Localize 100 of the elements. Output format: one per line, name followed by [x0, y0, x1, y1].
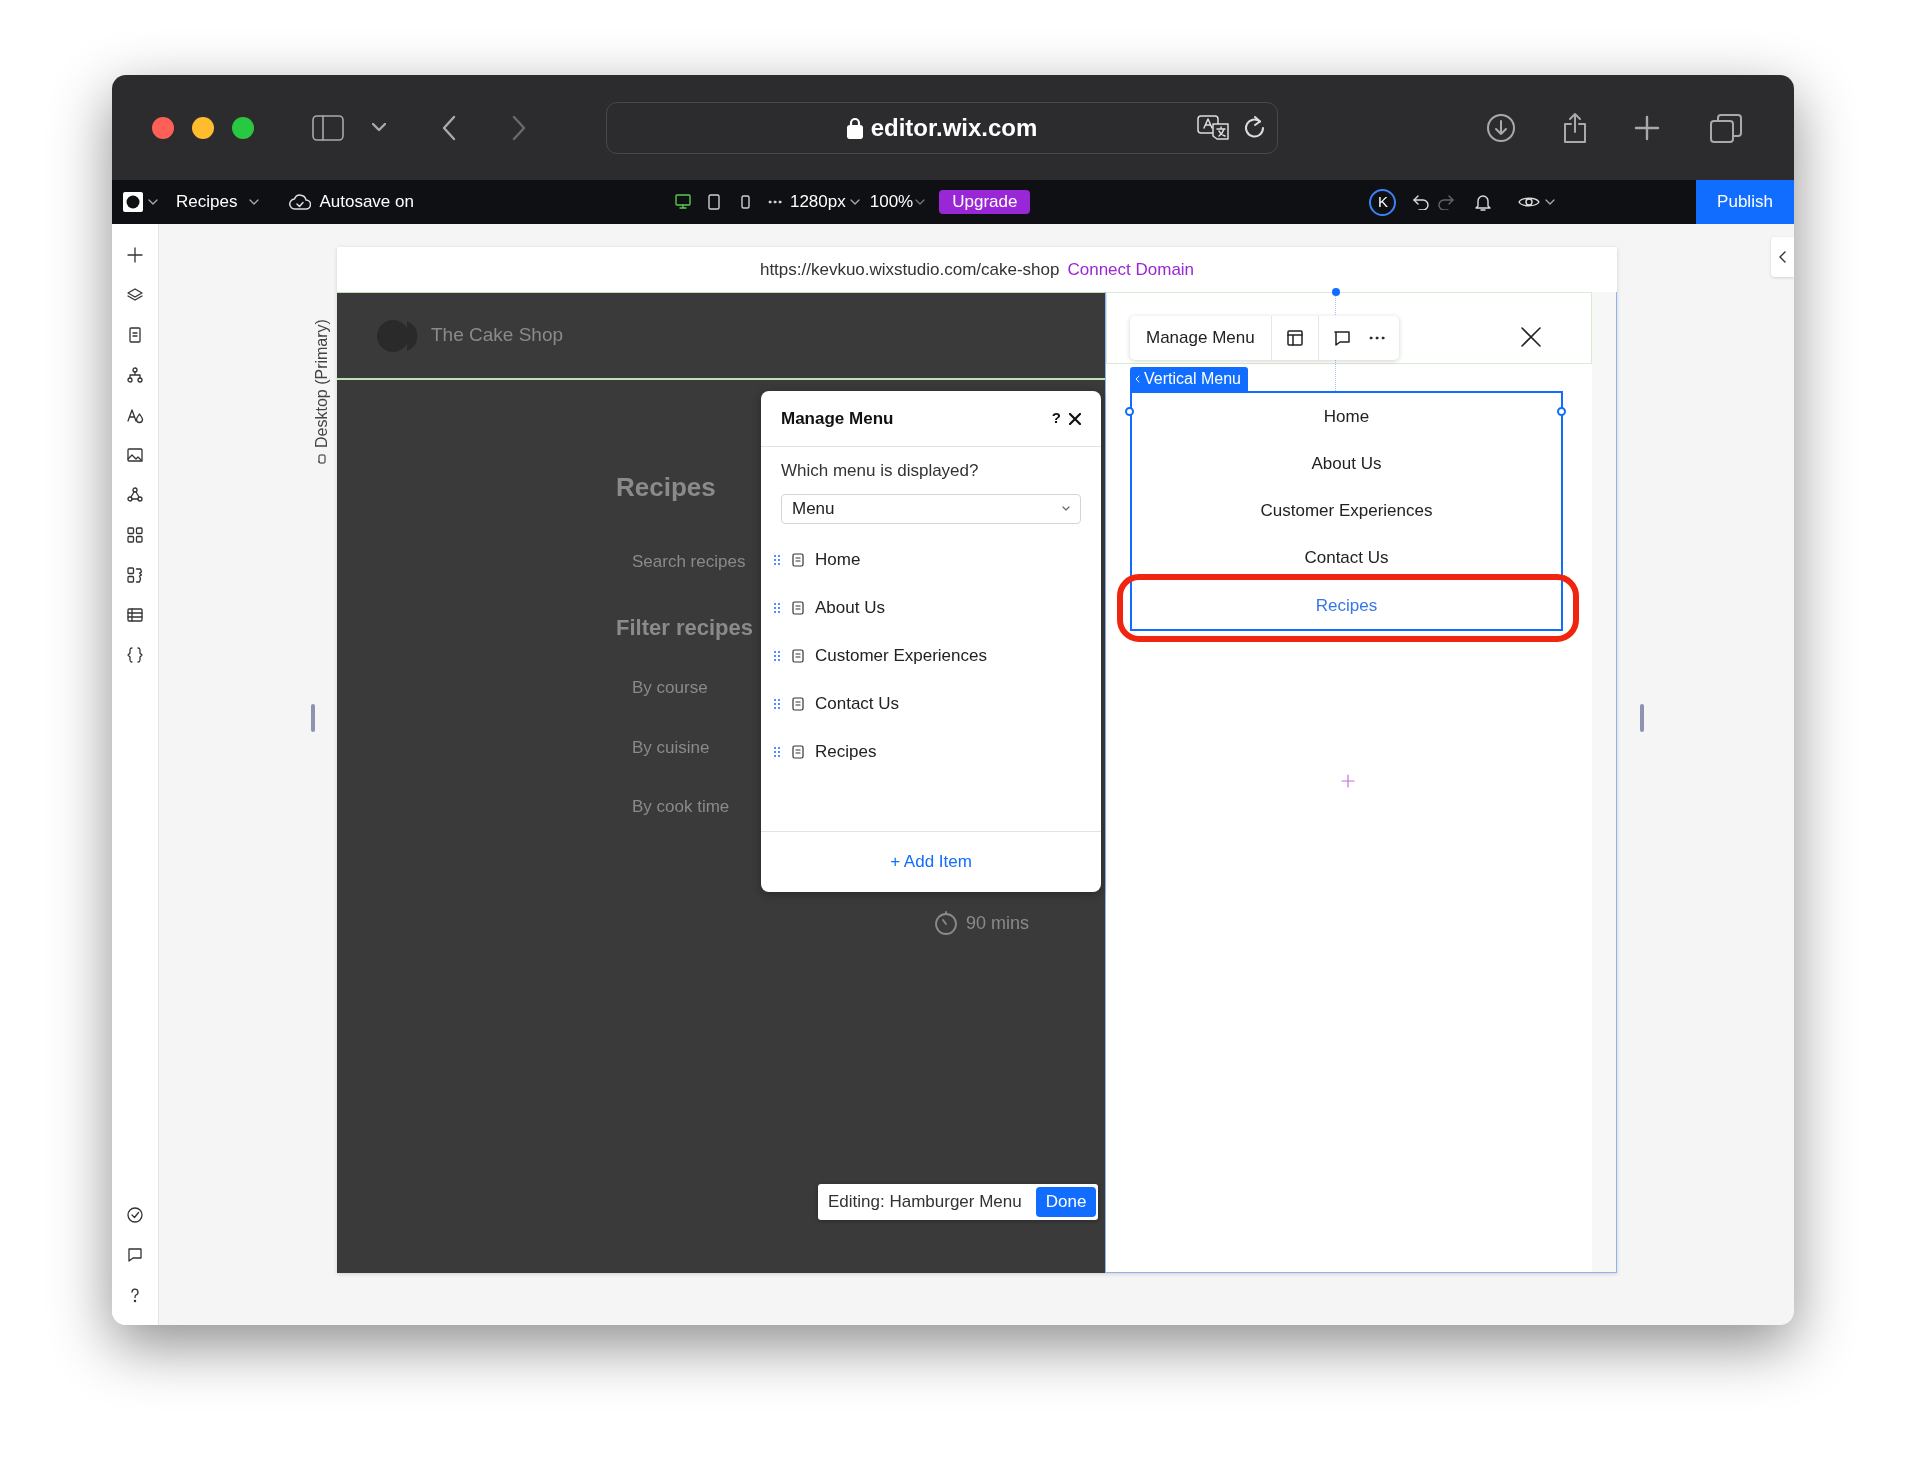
tabs-overview-icon[interactable] — [1710, 112, 1742, 143]
manage-menu-button[interactable]: Manage Menu — [1130, 316, 1271, 360]
connected-nodes-icon[interactable] — [126, 486, 144, 504]
minimize-window-button[interactable] — [192, 116, 214, 139]
menu-dropdown[interactable]: Menu — [781, 493, 1081, 524]
bell-icon[interactable] — [1474, 193, 1493, 211]
maximize-window-button[interactable] — [232, 116, 254, 139]
share-icon[interactable] — [1562, 111, 1588, 144]
autosave-status: Autosave on — [319, 191, 414, 214]
translate-icon[interactable] — [1197, 114, 1231, 141]
add-item-button[interactable]: + Add Item — [884, 848, 978, 876]
resize-handle[interactable] — [1640, 704, 1644, 732]
menu-item[interactable]: Recipes — [1132, 581, 1561, 629]
close-button[interactable] — [1521, 327, 1541, 347]
sidebar-icon[interactable] — [312, 114, 344, 141]
drag-handle-icon — [774, 554, 780, 565]
desktop-view-button[interactable] — [674, 194, 691, 210]
chevron-down-icon — [148, 199, 158, 205]
redo-icon[interactable] — [1438, 194, 1455, 210]
code-braces-icon[interactable] — [126, 646, 144, 664]
drag-handle[interactable] — [1332, 288, 1340, 296]
download-icon[interactable] — [1486, 112, 1516, 143]
menu-item[interactable]: Customer Experiences — [1132, 487, 1561, 535]
page-menu-button[interactable]: Recipes — [176, 189, 260, 215]
close-icon — [1521, 327, 1541, 347]
more-icon — [1368, 336, 1385, 340]
eye-icon[interactable] — [1518, 195, 1541, 209]
drag-handle-icon — [774, 602, 780, 613]
cloud-check-icon — [289, 194, 312, 210]
site-url: https://kevkuo.wixstudio.com/cake-shop — [759, 258, 1060, 281]
add-icon[interactable] — [126, 246, 144, 264]
menu-list-item[interactable]: Customer Experiences — [761, 631, 1101, 680]
site-name: The Cake Shop — [431, 323, 564, 348]
page-icon — [792, 648, 804, 663]
sitemap-icon[interactable] — [126, 366, 144, 384]
zoom-dropdown[interactable]: 100% — [869, 189, 926, 215]
help-button[interactable]: ? — [1043, 407, 1069, 430]
menu-list-item[interactable]: Recipes — [761, 727, 1101, 776]
chevron-left-icon — [1135, 375, 1140, 383]
page-icon — [792, 600, 804, 615]
chevron-down-icon[interactable] — [372, 123, 386, 132]
component-tag[interactable]: Vertical Menu — [1130, 367, 1248, 391]
menu-list-item[interactable]: Home — [761, 535, 1101, 584]
page-icon[interactable] — [126, 326, 144, 344]
cook-time: 90 mins — [966, 911, 1030, 935]
page-icon — [792, 744, 804, 759]
breakpoint-label: Desktop (Primary) — [312, 319, 331, 448]
filter-heading: Filter recipes — [616, 614, 754, 642]
resize-handle[interactable] — [1125, 407, 1134, 416]
page-icon — [792, 552, 804, 567]
timer-icon — [934, 911, 958, 936]
add-apps-icon[interactable] — [126, 566, 144, 584]
desktop-icon — [674, 194, 691, 210]
panel-title: Manage Menu — [781, 407, 894, 430]
upgrade-button[interactable]: Upgrade — [939, 190, 1031, 214]
chevron-down-icon — [849, 199, 860, 205]
resize-handle[interactable] — [311, 704, 315, 732]
publish-button[interactable]: Publish — [1696, 180, 1794, 224]
new-tab-icon[interactable] — [1634, 114, 1660, 141]
tablet-icon — [705, 194, 722, 210]
drag-handle-icon — [774, 650, 780, 661]
image-icon[interactable] — [126, 446, 144, 464]
page-icon — [792, 696, 804, 711]
close-button[interactable] — [1069, 412, 1081, 425]
done-button[interactable]: Done — [1035, 1187, 1097, 1217]
menu-item[interactable]: Contact Us — [1132, 534, 1561, 582]
forward-icon[interactable] — [512, 114, 526, 141]
drag-handle-icon — [774, 746, 780, 757]
menu-list-item[interactable]: Contact Us — [761, 679, 1101, 728]
chevron-left-icon — [1779, 251, 1786, 263]
tablet-view-button[interactable] — [705, 194, 722, 210]
menu-item[interactable]: About Us — [1132, 440, 1561, 488]
square-logo-icon — [123, 192, 143, 212]
menu-item[interactable]: Home — [1132, 393, 1561, 441]
connect-domain-link[interactable]: Connect Domain — [1067, 256, 1195, 283]
resize-handle[interactable] — [1557, 407, 1566, 416]
apps-grid-icon[interactable] — [126, 526, 144, 544]
page-heading: Recipes — [616, 472, 717, 504]
collapse-panel-button[interactable] — [1771, 237, 1794, 277]
user-avatar[interactable]: K — [1369, 188, 1397, 216]
drag-handle-icon — [774, 698, 780, 709]
width-dropdown[interactable]: 1280px — [789, 189, 860, 215]
chevron-down-icon — [1062, 506, 1070, 511]
menu-question: Which menu is displayed? — [781, 460, 980, 482]
address-field[interactable]: editor.wix.com — [606, 101, 1278, 154]
undo-icon[interactable] — [1413, 194, 1430, 210]
comment-icon — [1332, 329, 1351, 347]
back-icon[interactable] — [442, 114, 456, 141]
layout-icon — [1285, 329, 1304, 347]
more-icon[interactable] — [767, 200, 782, 204]
editing-label: Editing: Hamburger Menu — [828, 1191, 1022, 1214]
lock-icon — [846, 116, 863, 139]
comment-icon[interactable] — [126, 1246, 144, 1264]
table-icon[interactable] — [126, 606, 144, 624]
check-circle-icon[interactable] — [126, 1206, 144, 1224]
close-window-button[interactable] — [152, 116, 174, 139]
menu-list-item[interactable]: About Us — [761, 583, 1101, 632]
logo-icon[interactable] — [123, 192, 143, 212]
breakpoint-icon — [317, 454, 327, 464]
chevron-down-icon — [1545, 199, 1556, 205]
